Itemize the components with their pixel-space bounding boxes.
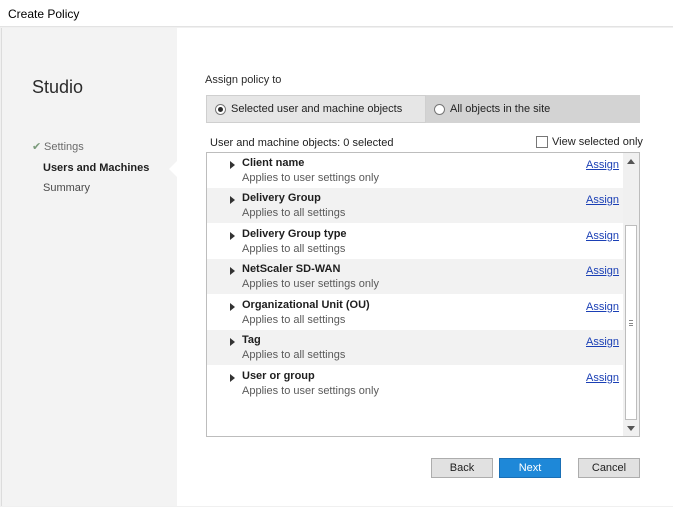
- object-description: Applies to user settings only: [242, 172, 379, 184]
- expand-arrow-icon[interactable]: [230, 232, 235, 240]
- chevron-down-icon: [627, 425, 635, 431]
- view-selected-label: View selected only: [552, 136, 643, 148]
- wizard-sidebar: Studio ✔ Settings Users and Machines Summ…: [2, 28, 174, 506]
- object-name: Delivery Group: [242, 192, 321, 204]
- list-scrollbar[interactable]: [623, 153, 639, 436]
- scroll-up-button[interactable]: [623, 153, 639, 169]
- radio-all-objects[interactable]: All objects in the site: [426, 95, 640, 123]
- wizard-frame: Studio ✔ Settings Users and Machines Summ…: [1, 28, 673, 506]
- object-name: Delivery Group type: [242, 228, 347, 240]
- create-policy-window: Create Policy Studio ✔ Settings Users and…: [0, 0, 673, 507]
- object-name: User or group: [242, 370, 315, 382]
- nav-step-label: Summary: [43, 182, 91, 194]
- view-selected-only-toggle[interactable]: View selected only: [536, 136, 643, 148]
- list-item[interactable]: Delivery Group Applies to all settings A…: [207, 188, 623, 223]
- chevron-up-icon: [627, 158, 635, 164]
- object-name: NetScaler SD-WAN: [242, 263, 341, 275]
- objects-count-header: User and machine objects: 0 selected: [210, 137, 394, 149]
- assign-link[interactable]: Assign: [586, 194, 619, 206]
- expand-arrow-icon[interactable]: [230, 374, 235, 382]
- assign-link[interactable]: Assign: [586, 230, 619, 242]
- checkmark-icon: ✔: [32, 141, 42, 153]
- nav-step-label: Users and Machines: [43, 162, 150, 174]
- list-item[interactable]: Client name Applies to user settings onl…: [207, 153, 623, 188]
- active-step-pointer: [169, 161, 177, 177]
- assign-link[interactable]: Assign: [586, 336, 619, 348]
- radio-selected-objects[interactable]: Selected user and machine objects: [206, 95, 426, 123]
- radio-button-unchecked[interactable]: [434, 103, 445, 115]
- nav-step-users-and-machines[interactable]: Users and Machines: [43, 162, 149, 174]
- list-item[interactable]: Organizational Unit (OU) Applies to all …: [207, 295, 623, 330]
- assign-link[interactable]: Assign: [586, 159, 619, 171]
- title-bar: Create Policy: [0, 0, 673, 27]
- nav-step-settings[interactable]: ✔ Settings: [32, 140, 84, 153]
- scroll-down-button[interactable]: [623, 420, 639, 436]
- back-button[interactable]: Back: [431, 458, 493, 478]
- assign-link[interactable]: Assign: [586, 265, 619, 277]
- nav-step-summary[interactable]: Summary: [43, 182, 90, 194]
- object-name: Tag: [242, 334, 261, 346]
- objects-list-viewport: Client name Applies to user settings onl…: [207, 153, 623, 436]
- object-description: Applies to all settings: [242, 243, 346, 255]
- wizard-content: Assign policy to Selected user and machi…: [177, 28, 673, 506]
- scroll-thumb[interactable]: [625, 225, 637, 420]
- cancel-button[interactable]: Cancel: [578, 458, 640, 478]
- assign-scope-radio-group: Selected user and machine objects All ob…: [206, 95, 640, 123]
- list-item[interactable]: Delivery Group type Applies to all setti…: [207, 224, 623, 259]
- radio-button-checked[interactable]: [215, 103, 226, 115]
- assign-policy-label: Assign policy to: [205, 74, 282, 86]
- object-description: Applies to all settings: [242, 349, 346, 361]
- objects-list: Client name Applies to user settings onl…: [206, 152, 640, 437]
- expand-arrow-icon[interactable]: [230, 196, 235, 204]
- object-description: Applies to all settings: [242, 207, 346, 219]
- next-button[interactable]: Next: [499, 458, 561, 478]
- list-item[interactable]: NetScaler SD-WAN Applies to user setting…: [207, 259, 623, 294]
- window-title: Create Policy: [8, 7, 80, 21]
- list-item[interactable]: User or group Applies to user settings o…: [207, 366, 623, 401]
- list-item[interactable]: Tag Applies to all settings Assign: [207, 330, 623, 365]
- object-name: Organizational Unit (OU): [242, 299, 370, 311]
- assign-link[interactable]: Assign: [586, 301, 619, 313]
- studio-brand: Studio: [32, 77, 84, 97]
- expand-arrow-icon[interactable]: [230, 303, 235, 311]
- radio-label: Selected user and machine objects: [231, 103, 403, 115]
- expand-arrow-icon[interactable]: [230, 161, 235, 169]
- expand-arrow-icon[interactable]: [230, 338, 235, 346]
- object-description: Applies to user settings only: [242, 385, 379, 397]
- object-name: Client name: [242, 157, 305, 169]
- nav-step-label: Settings: [44, 141, 84, 153]
- grip-icon: [629, 319, 633, 326]
- object-description: Applies to all settings: [242, 314, 346, 326]
- view-selected-checkbox[interactable]: [536, 136, 548, 148]
- assign-link[interactable]: Assign: [586, 372, 619, 384]
- radio-label: All objects in the site: [450, 103, 551, 115]
- object-description: Applies to user settings only: [242, 278, 379, 290]
- expand-arrow-icon[interactable]: [230, 267, 235, 275]
